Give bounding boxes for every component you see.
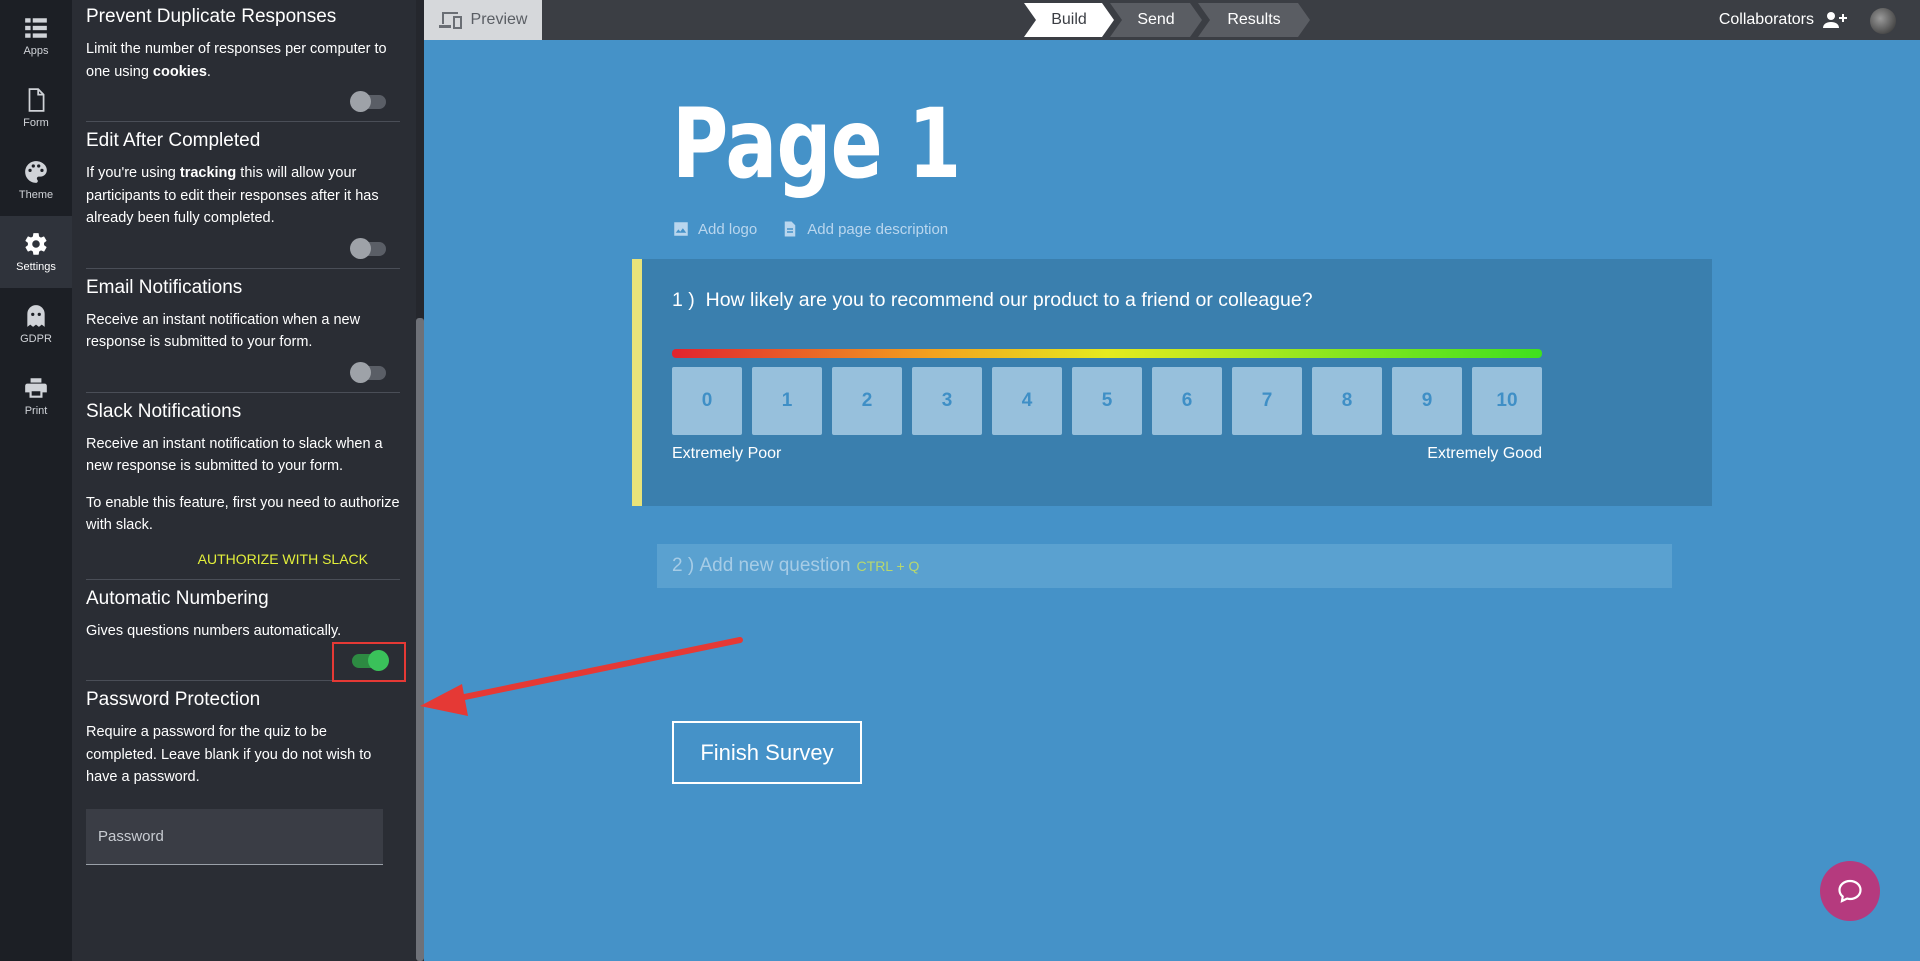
authorize-slack-link[interactable]: AUTHORIZE WITH SLACK: [86, 551, 400, 567]
setting-description: Gives questions numbers automatically.: [86, 622, 342, 639]
setting-title: Email Notifications: [86, 276, 243, 298]
settings-panel: Prevent Duplicate Responses Limit the nu…: [72, 0, 416, 961]
add-new-question[interactable]: 2 ) Add new question CTRL + Q: [657, 544, 1672, 588]
scale-low-label: Extremely Poor: [672, 445, 782, 462]
setting-title: Prevent Duplicate Responses: [86, 6, 337, 27]
page-title[interactable]: Page 1: [672, 88, 961, 200]
form-icon: [28, 88, 45, 112]
chat-button[interactable]: [1820, 861, 1880, 921]
nps-option[interactable]: 8: [1312, 367, 1382, 435]
question-label: How likely are you to recommend our prod…: [705, 289, 1313, 311]
collaborators-button[interactable]: Collaborators: [1719, 0, 1848, 40]
panel-scrollbar-thumb[interactable]: [416, 318, 424, 961]
app-rail: Apps Form Theme Settings GDPR Print: [0, 0, 72, 961]
rail-item-settings[interactable]: Settings: [0, 216, 72, 288]
collaborators-label: Collaborators: [1718, 11, 1814, 28]
nps-option[interactable]: 5: [1072, 367, 1142, 435]
setting-title: Automatic Numbering: [86, 587, 269, 609]
finish-survey-button[interactable]: Finish Survey: [672, 721, 862, 784]
email-notifications-toggle[interactable]: [350, 361, 386, 383]
question-accent-bar: [632, 259, 642, 506]
workflow-steps: Build Send Results: [1024, 3, 1306, 37]
avatar[interactable]: [1870, 8, 1896, 34]
edit-after-toggle[interactable]: [350, 237, 386, 259]
setting-title: Slack Notifications: [86, 400, 242, 422]
gear-icon: [25, 233, 47, 255]
setting-description: Require a password for the quiz to be co…: [86, 724, 372, 785]
nps-option[interactable]: 1: [752, 367, 822, 435]
password-input[interactable]: [86, 808, 383, 865]
rail-label: GDPR: [20, 333, 52, 345]
automatic-numbering-toggle[interactable]: [352, 650, 389, 671]
preview-label: Preview: [470, 11, 528, 28]
rail-item-print[interactable]: Print: [0, 360, 72, 432]
nps-option[interactable]: 4: [992, 367, 1062, 435]
rail-item-apps[interactable]: Apps: [0, 0, 72, 72]
nps-option[interactable]: 3: [912, 367, 982, 435]
step-send[interactable]: Send: [1110, 3, 1202, 37]
rail-item-theme[interactable]: Theme: [0, 144, 72, 216]
new-question-number: 2 ): [672, 555, 695, 576]
page-actions: Add logo Add page description: [672, 220, 948, 238]
preview-button[interactable]: Preview: [424, 0, 542, 40]
chat-bubble-icon: [1838, 879, 1862, 903]
rail-label: Settings: [16, 261, 56, 273]
shortcut-hint: CTRL + Q: [856, 558, 920, 574]
setting-description: If you're using tracking this will allow…: [86, 165, 379, 226]
nps-option[interactable]: 10: [1472, 367, 1542, 435]
printer-icon: [25, 378, 47, 398]
setting-email-notifications: Email Notifications Receive an instant n…: [86, 269, 400, 393]
document-icon: [784, 221, 796, 237]
image-icon: [674, 222, 688, 236]
add-page-description-button[interactable]: Add page description: [781, 220, 948, 238]
rail-label: Print: [24, 405, 48, 417]
scale-high-label: Extremely Good: [1427, 445, 1542, 462]
nps-option[interactable]: 0: [672, 367, 742, 435]
palette-icon: [25, 161, 47, 183]
step-results[interactable]: Results: [1198, 3, 1310, 37]
rail-item-form[interactable]: Form: [0, 72, 72, 144]
rail-item-gdpr[interactable]: GDPR: [0, 288, 72, 360]
setting-title: Edit After Completed: [86, 130, 261, 151]
question-card[interactable]: 1 ) How likely are you to recommend our …: [632, 259, 1712, 506]
apps-icon: [25, 18, 47, 38]
top-bar: Preview Build Send Results Collaborators: [424, 0, 1920, 40]
rail-label: Apps: [23, 45, 49, 57]
setting-description: Receive an instant notification to slack…: [86, 435, 383, 475]
nps-option[interactable]: 2: [832, 367, 902, 435]
rail-label: Form: [23, 117, 49, 129]
nps-scale: 0 1 2 3 4 5 6 7 8 9 10: [672, 367, 1542, 435]
prevent-duplicates-toggle[interactable]: [350, 91, 386, 112]
nps-option[interactable]: 6: [1152, 367, 1222, 435]
setting-password-protection: Password Protection Require a password f…: [86, 681, 400, 877]
ghost-icon: [27, 305, 45, 327]
nps-option[interactable]: 9: [1392, 367, 1462, 435]
setting-description: Limit the number of responses per comput…: [86, 41, 387, 80]
question-number: 1 ): [672, 289, 695, 311]
setting-description: Receive an instant notification when a n…: [86, 311, 361, 351]
setting-title: Password Protection: [86, 689, 261, 710]
setting-prevent-duplicates: Prevent Duplicate Responses Limit the nu…: [86, 0, 400, 122]
setting-slack-notifications: Slack Notifications Receive an instant n…: [86, 393, 400, 580]
question-text[interactable]: 1 ) How likely are you to recommend our …: [672, 289, 1313, 312]
setting-description: To enable this feature, first you need t…: [86, 494, 400, 534]
add-user-icon: [1823, 12, 1847, 28]
add-logo-button[interactable]: Add logo: [672, 220, 757, 238]
nps-option[interactable]: 7: [1232, 367, 1302, 435]
nps-gradient-bar: [672, 349, 1542, 358]
devices-icon: [438, 12, 462, 29]
rail-label: Theme: [18, 189, 54, 201]
new-question-label: Add new question: [699, 555, 851, 576]
setting-edit-after-completed: Edit After Completed If you're using tra…: [86, 122, 400, 269]
setting-automatic-numbering: Automatic Numbering Gives questions numb…: [86, 580, 406, 682]
step-build[interactable]: Build: [1024, 3, 1114, 37]
